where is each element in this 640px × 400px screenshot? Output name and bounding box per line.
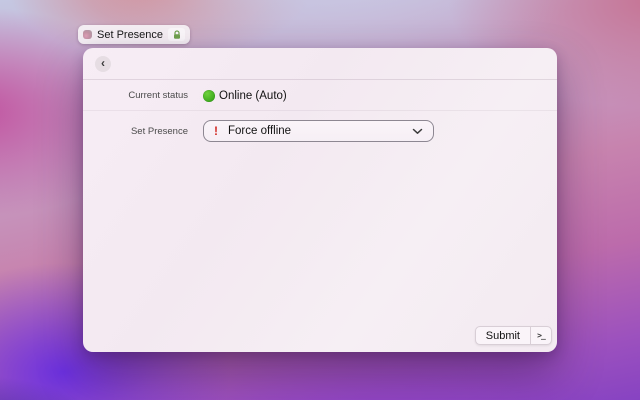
chevron-down-icon — [412, 128, 423, 135]
warning-exclamation-icon: ! — [214, 124, 218, 138]
online-status-dot-icon — [203, 89, 215, 102]
window-header: ‹ — [83, 48, 557, 80]
set-presence-window: ‹ Current status Online (Auto) Set Prese… — [83, 48, 557, 352]
selected-option-label: Force offline — [228, 125, 292, 137]
submit-split-button: Submit >_ — [474, 326, 552, 345]
app-icon — [83, 30, 92, 39]
set-presence-label: Set Presence — [130, 125, 188, 137]
terminal-prompt-icon: >_ — [537, 331, 546, 340]
lock-badge — [168, 28, 186, 41]
back-button[interactable]: ‹ — [95, 56, 111, 72]
floating-tab-set-presence[interactable]: Set Presence — [78, 25, 191, 44]
current-status-row: Current status Online (Auto) — [83, 81, 557, 111]
set-presence-row: Set Presence ! Force offline — [83, 120, 557, 142]
current-status-label: Current status — [128, 90, 188, 101]
terminal-button[interactable]: >_ — [530, 327, 551, 344]
current-status-value: Online (Auto) — [219, 89, 287, 102]
back-chevron-icon: ‹ — [101, 56, 105, 70]
tab-title: Set Presence — [97, 28, 164, 41]
set-presence-select[interactable]: ! Force offline — [203, 120, 434, 142]
submit-button[interactable]: Submit — [476, 327, 530, 344]
lock-icon — [173, 29, 180, 39]
